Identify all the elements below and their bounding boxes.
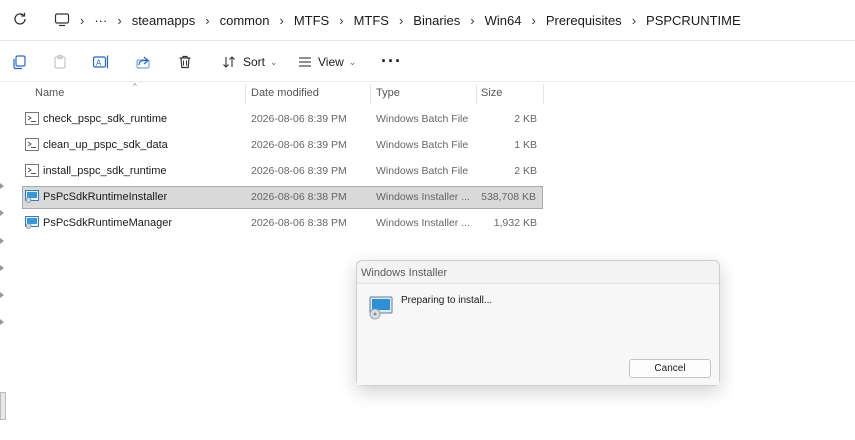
paste-icon[interactable] xyxy=(51,53,69,71)
chevron-right-icon: › xyxy=(531,12,536,28)
file-type: Windows Batch File xyxy=(376,139,469,151)
svg-text:A: A xyxy=(96,59,102,68)
address-bar: › ··· › steamapps › common › MTFS › MTFS… xyxy=(0,0,855,40)
file-name: clean_up_pspc_sdk_data xyxy=(43,139,168,151)
breadcrumb-pspcruntime[interactable]: PSPCRUNTIME xyxy=(646,13,741,28)
chevron-right-icon: › xyxy=(398,12,404,28)
breadcrumb-mtfs[interactable]: MTFS xyxy=(294,13,329,28)
chevron-down-icon: ⌄ xyxy=(348,56,357,67)
delete-icon[interactable] xyxy=(176,53,194,71)
sort-label: Sort xyxy=(243,55,266,69)
view-icon xyxy=(299,57,311,67)
sort-caret-icon: ^ xyxy=(133,82,137,91)
column-size[interactable]: Size xyxy=(481,87,502,99)
sort-button[interactable]: Sort ⌄ xyxy=(222,51,278,73)
breadcrumb: › ··· › steamapps › common › MTFS › MTFS… xyxy=(54,0,741,40)
batch-file-icon xyxy=(25,164,39,177)
breadcrumb-steamapps[interactable]: steamapps xyxy=(132,13,196,28)
chevron-right-icon: › xyxy=(279,12,284,28)
file-row[interactable]: clean_up_pspc_sdk_data 2026-08-06 8:39 P… xyxy=(22,134,543,157)
file-name: install_pspc_sdk_runtime xyxy=(43,165,167,177)
batch-file-icon xyxy=(25,138,39,151)
share-icon[interactable] xyxy=(134,53,152,71)
file-size: 2 KB xyxy=(514,165,537,177)
view-button[interactable]: View ⌄ xyxy=(298,51,356,73)
column-divider[interactable] xyxy=(370,84,371,104)
file-type: Windows Batch File xyxy=(376,165,469,177)
file-row[interactable]: check_pspc_sdk_runtime 2026-08-06 8:39 P… xyxy=(22,108,543,131)
file-name: PsPcSdkRuntimeManager xyxy=(43,217,173,229)
column-name[interactable]: Name xyxy=(35,87,64,99)
chevron-right-icon: › xyxy=(631,12,637,28)
file-type: Windows Installer ... xyxy=(376,217,470,229)
chevron-right-icon: › xyxy=(117,12,122,28)
expand-arrow-icon[interactable] xyxy=(0,319,4,325)
computer-icon[interactable] xyxy=(54,13,70,27)
dialog-title: Windows Installer xyxy=(361,267,448,279)
file-date: 2026-08-06 8:39 PM xyxy=(251,165,347,177)
file-date: 2026-08-06 8:38 PM xyxy=(251,217,347,229)
breadcrumb-win64[interactable]: Win64 xyxy=(485,13,522,28)
file-type: Windows Batch File xyxy=(376,113,469,125)
file-size: 1,932 KB xyxy=(493,217,537,229)
expand-arrow-icon[interactable] xyxy=(0,265,4,271)
more-options-button[interactable]: ··· xyxy=(381,51,402,72)
expand-arrow-icon[interactable] xyxy=(0,210,4,216)
file-row-selected[interactable]: PsPcSdkRuntimeInstaller 2026-08-06 8:38 … xyxy=(22,186,543,209)
breadcrumb-overflow[interactable]: ··· xyxy=(94,13,107,28)
file-name: PsPcSdkRuntimeInstaller xyxy=(43,191,168,203)
column-header: ^ Name Date modified Type Size xyxy=(0,82,855,104)
installer-file-icon xyxy=(25,190,39,203)
file-size: 2 KB xyxy=(514,113,537,125)
chevron-right-icon: › xyxy=(80,12,85,28)
dialog-message: Preparing to install... xyxy=(401,295,493,306)
rename-icon[interactable]: A xyxy=(92,53,110,71)
breadcrumb-mtfs-2[interactable]: MTFS xyxy=(354,13,389,28)
column-divider[interactable] xyxy=(543,84,544,104)
refresh-icon[interactable] xyxy=(12,11,28,27)
batch-file-icon xyxy=(25,112,39,125)
chevron-right-icon: › xyxy=(470,12,475,28)
cancel-button[interactable]: Cancel xyxy=(629,359,711,378)
chevron-down-icon: ⌄ xyxy=(270,56,278,67)
expand-arrow-icon[interactable] xyxy=(0,183,4,189)
column-date-modified[interactable]: Date modified xyxy=(251,87,319,99)
file-size: 1 KB xyxy=(514,139,537,151)
file-row[interactable]: install_pspc_sdk_runtime 2026-08-06 8:39… xyxy=(22,160,543,183)
expand-arrow-icon[interactable] xyxy=(0,238,4,244)
file-row[interactable]: PsPcSdkRuntimeManager 2026-08-06 8:38 PM… xyxy=(22,212,543,235)
breadcrumb-binaries[interactable]: Binaries xyxy=(413,13,460,28)
windows-installer-dialog: Windows Installer Preparing to install..… xyxy=(356,260,720,386)
file-date: 2026-08-06 8:39 PM xyxy=(251,113,347,125)
view-label: View xyxy=(318,55,344,69)
sort-icon xyxy=(223,56,235,68)
breadcrumb-prerequisites[interactable]: Prerequisites xyxy=(546,13,622,28)
file-name: check_pspc_sdk_runtime xyxy=(43,113,168,125)
column-type[interactable]: Type xyxy=(376,87,400,99)
column-divider[interactable] xyxy=(476,84,477,104)
installer-file-icon xyxy=(25,216,39,229)
nav-scrollbar-thumb[interactable] xyxy=(0,392,6,420)
file-date: 2026-08-06 8:39 PM xyxy=(251,139,347,151)
file-size: 538,708 KB xyxy=(481,191,536,203)
chevron-right-icon: › xyxy=(339,12,344,28)
chevron-right-icon: › xyxy=(205,12,210,28)
column-divider[interactable] xyxy=(245,84,246,104)
installer-icon xyxy=(368,294,394,320)
file-date: 2026-08-06 8:38 PM xyxy=(251,191,347,203)
expand-arrow-icon[interactable] xyxy=(0,292,4,298)
dialog-body: Preparing to install... Cancel xyxy=(357,283,719,385)
file-type: Windows Installer ... xyxy=(376,191,470,203)
command-bar: A Sort ⌄ View ⌄ ··· xyxy=(0,40,855,82)
breadcrumb-common[interactable]: common xyxy=(220,13,270,28)
copy-icon[interactable] xyxy=(10,53,28,71)
